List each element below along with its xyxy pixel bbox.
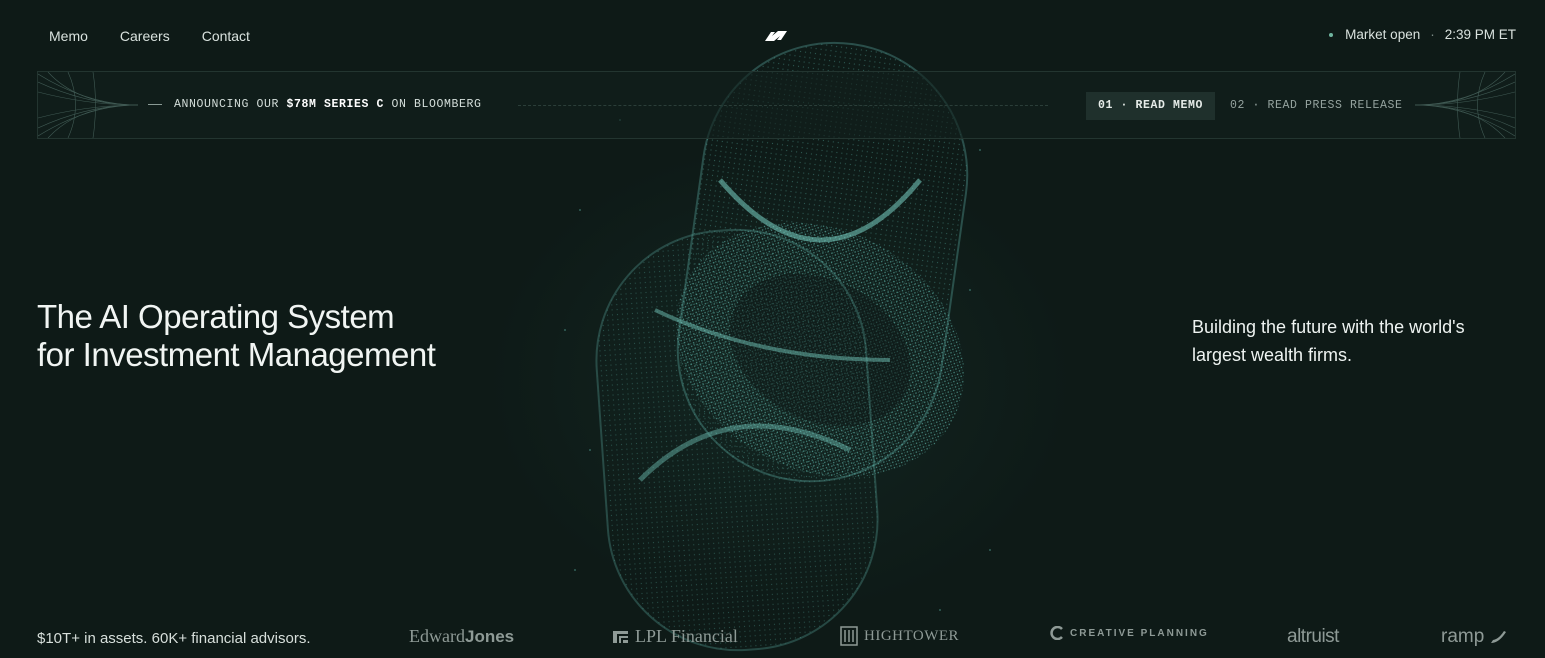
announce-prefix: ANNOUNCING OUR (174, 98, 287, 111)
edward-jones-text-a: Edward (409, 626, 465, 646)
separator: · (1430, 27, 1435, 42)
hero-subheadline: Building the future with the world's lar… (1192, 313, 1512, 369)
market-status-text: Market open (1345, 27, 1421, 42)
edward-jones-text-b: Jones (464, 626, 515, 646)
subheadline-line-1: Building the future with the world's (1192, 317, 1465, 337)
nav-link-memo[interactable]: Memo (49, 28, 88, 44)
altruist-logo: altruist (1287, 626, 1339, 647)
client-logos: Edward Jones LPL Financial HIGHTOWER CREA… (0, 626, 1545, 656)
nav-link-contact[interactable]: Contact (202, 28, 250, 44)
hightower-mark-icon (840, 626, 858, 646)
banner-divider (518, 105, 1048, 106)
edward-jones-logo: Edward Jones (409, 626, 514, 647)
announce-suffix: ON BLOOMBERG (384, 98, 482, 111)
nav-links: Memo Careers Contact (49, 28, 250, 44)
headline-line-2: for Investment Management (37, 336, 436, 373)
announcement-banner: ANNOUNCING OUR $78M SERIES C ON BLOOMBER… (37, 71, 1516, 139)
lpl-financial-logo: LPL Financial (612, 626, 738, 647)
status-dot-icon (1329, 32, 1334, 37)
nav-link-careers[interactable]: Careers (120, 28, 170, 44)
lpl-mark-icon (613, 630, 628, 643)
creative-planning-mark-icon (1050, 626, 1063, 640)
creative-planning-logo: CREATIVE PLANNING (1050, 626, 1209, 640)
announce-dash (148, 104, 162, 105)
banner-line-art-right (1415, 72, 1515, 138)
ramp-text: ramp (1441, 626, 1485, 647)
market-status: Market open · 2:39 PM ET (1329, 27, 1516, 42)
brand-logo-icon[interactable] (763, 27, 789, 45)
ramp-mark-icon (1491, 631, 1507, 643)
ramp-logo: ramp (1441, 626, 1509, 648)
read-memo-button[interactable]: 01 · READ MEMO (1086, 92, 1216, 120)
announcement-link[interactable]: ANNOUNCING OUR $78M SERIES C ON BLOOMBER… (148, 98, 482, 111)
announce-amount: $78M SERIES C (286, 98, 385, 111)
top-nav: Memo Careers Contact Market open · 2:39 … (0, 0, 1545, 70)
banner-line-art-left (38, 72, 138, 138)
market-time: 2:39 PM ET (1444, 27, 1516, 42)
creative-planning-text: CREATIVE PLANNING (1070, 627, 1209, 639)
hero-headline: The AI Operating System for Investment M… (37, 298, 436, 374)
subheadline-line-2: largest wealth firms. (1192, 345, 1353, 365)
lpl-text: LPL Financial (635, 626, 738, 646)
headline-line-1: The AI Operating System (37, 298, 395, 335)
hightower-text: HIGHTOWER (864, 627, 960, 644)
hightower-logo: HIGHTOWER (840, 626, 959, 646)
read-press-release-button[interactable]: 02 · READ PRESS RELEASE (1230, 92, 1403, 120)
